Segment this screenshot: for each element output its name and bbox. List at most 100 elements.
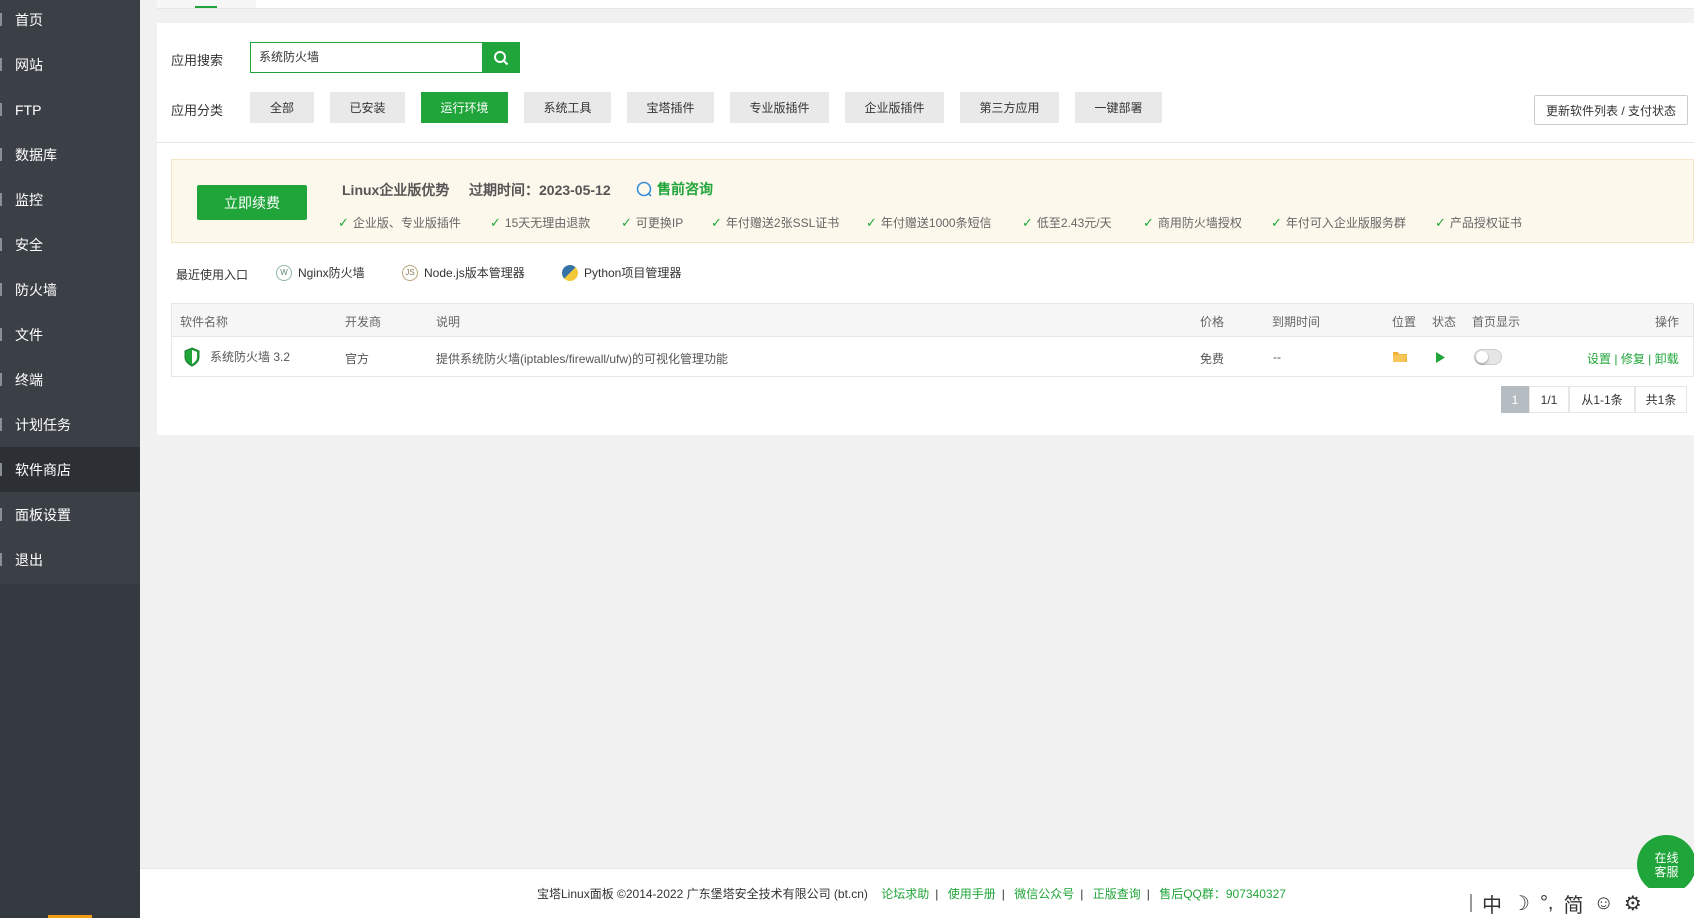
check-icon: ✓ [711, 214, 722, 230]
license-link[interactable]: 正版查询 [1093, 887, 1141, 901]
sidebar-marker [0, 508, 2, 521]
sidebar-item-home[interactable]: 首页 [0, 0, 140, 42]
emoji-icon[interactable]: ☺ [1594, 892, 1614, 915]
recent-item-label: Nginx防火墙 [298, 266, 365, 280]
col-ops: 操作 [1655, 315, 1680, 329]
category-all[interactable]: 全部 [250, 92, 314, 123]
sidebar-item-label: 防火墙 [15, 281, 57, 298]
sidebar-marker [0, 148, 2, 161]
sidebar-item-website[interactable]: 网站 [0, 42, 140, 87]
category-one-click[interactable]: 一键部署 [1075, 92, 1162, 123]
col-status: 状态 [1432, 315, 1457, 329]
online-support-button[interactable]: 在线 客服 [1637, 835, 1694, 894]
home-display-toggle[interactable] [1474, 349, 1502, 365]
feature-label: 可更换IP [635, 216, 684, 230]
feature-item: ✓ 企业版、专业版插件 [338, 214, 461, 231]
sidebar-marker [0, 328, 2, 341]
sidebar-item-security[interactable]: 安全 [0, 222, 140, 267]
sidebar-item-label: 计划任务 [15, 416, 71, 433]
software-table [171, 303, 1694, 377]
sidebar-item-ftp[interactable]: FTP [0, 87, 140, 132]
feature-item: ✓ 年付赠送2张SSL证书 [711, 214, 839, 231]
category-enterprise-plugins[interactable]: 企业版插件 [845, 92, 944, 123]
sidebar-item-logout[interactable]: 退出 [0, 537, 140, 582]
category-system-tools[interactable]: 系统工具 [524, 92, 611, 123]
shield-icon [183, 347, 201, 370]
sidebar: 首页 网站 FTP 数据库 监控 安全 防火墙 文件 终端 计划任务 软件商店 … [0, 0, 140, 918]
search-button[interactable] [482, 42, 520, 73]
uninstall-link[interactable]: 卸载 [1655, 352, 1679, 366]
chat-line2: 客服 [1654, 864, 1679, 879]
sidebar-marker [0, 238, 2, 251]
category-pro-plugins[interactable]: 专业版插件 [730, 92, 829, 123]
footer-separator: | [935, 887, 939, 901]
recent-item-nginx-waf[interactable]: W Nginx防火墙 [276, 264, 365, 281]
waf-icon: W [276, 264, 292, 281]
category-third-party[interactable]: 第三方应用 [960, 92, 1059, 123]
sidebar-marker [0, 58, 2, 71]
sidebar-marker [0, 13, 2, 26]
nodejs-icon: JS [402, 264, 418, 281]
feature-label: 15天无理由退款 [504, 216, 591, 230]
feature-label: 年付赠送2张SSL证书 [725, 216, 840, 230]
check-icon: ✓ [1271, 214, 1282, 230]
manual-link[interactable]: 使用手册 [948, 887, 996, 901]
footer-separator: | [1146, 887, 1150, 901]
sidebar-item-label: 软件商店 [15, 461, 71, 478]
sidebar-item-monitor[interactable]: 监控 [0, 177, 140, 222]
page-current[interactable]: 1 [1501, 386, 1529, 413]
category-installed[interactable]: 已安装 [330, 92, 405, 123]
presale-link[interactable]: 售前咨询 [635, 179, 713, 199]
col-expire: 到期时间 [1272, 315, 1321, 329]
ime-simplified[interactable]: 简 [1564, 889, 1584, 918]
sidebar-item-database[interactable]: 数据库 [0, 132, 140, 177]
row-desc: 提供系统防火墙(iptables/firewall/ufw)的可视化管理功能 [436, 352, 729, 366]
sidebar-item-firewall[interactable]: 防火墙 [0, 267, 140, 312]
sidebar-item-terminal[interactable]: 终端 [0, 357, 140, 402]
renew-button[interactable]: 立即续费 [197, 185, 307, 220]
repair-link[interactable]: 修复 [1621, 352, 1645, 366]
recent-item-python[interactable]: Python项目管理器 [562, 264, 681, 281]
row-ops: 设置 | 修复 | 卸载 [1587, 350, 1679, 367]
sidebar-item-label: 终端 [15, 371, 43, 388]
sidebar-item-settings[interactable]: 面板设置 [0, 492, 140, 537]
check-icon: ✓ [338, 214, 349, 230]
col-price: 价格 [1200, 315, 1225, 329]
category-bt-plugins[interactable]: 宝塔插件 [627, 92, 714, 123]
punctuation-icon[interactable]: °, [1540, 892, 1554, 915]
ime-toolbar: 中 ☽ °, 简 ☺ ⚙ [1464, 888, 1694, 918]
settings-link[interactable]: 设置 [1587, 352, 1611, 366]
check-icon: ✓ [1022, 214, 1033, 230]
ops-separator: | [1611, 352, 1621, 366]
sidebar-item-store[interactable]: 软件商店 [0, 447, 140, 492]
gear-icon[interactable]: ⚙ [1624, 891, 1642, 916]
play-icon[interactable] [1434, 351, 1446, 367]
sidebar-item-cron[interactable]: 计划任务 [0, 402, 140, 447]
search-input[interactable]: 系统防火墙 [250, 42, 483, 73]
category-runtime[interactable]: 运行环境 [421, 92, 508, 123]
promo-title: Linux企业版优势 [342, 182, 450, 198]
ime-grip-icon[interactable] [1470, 894, 1472, 912]
check-icon: ✓ [490, 214, 501, 230]
page-total: 共1条 [1635, 386, 1687, 413]
wechat-link[interactable]: 微信公众号 [1014, 887, 1074, 901]
moon-icon[interactable]: ☽ [1512, 891, 1530, 916]
sidebar-item-files[interactable]: 文件 [0, 312, 140, 357]
feature-item: ✓ 可更换IP [621, 214, 683, 231]
feature-item: ✓ 15天无理由退款 [490, 214, 590, 231]
ime-chinese-mode[interactable]: 中 [1482, 889, 1502, 918]
divider [157, 142, 1694, 143]
recent-item-nodejs[interactable]: JS Node.js版本管理器 [402, 264, 525, 281]
sidebar-marker [0, 463, 2, 476]
folder-icon[interactable] [1392, 350, 1408, 366]
feature-item: ✓ 低至2.43元/天 [1022, 214, 1112, 231]
update-list-button[interactable]: 更新软件列表 / 支付状态 [1534, 95, 1688, 125]
row-expire: -- [1273, 350, 1281, 364]
feature-item: ✓ 年付可入企业版服务群 [1271, 214, 1406, 231]
forum-link[interactable]: 论坛求助 [881, 887, 929, 901]
footer-text: 宝塔Linux面板 ©2014-2022 广东堡塔安全技术有限公司 (bt.cn… [537, 885, 1286, 902]
sidebar-item-label: 首页 [15, 11, 43, 28]
sidebar-item-label: 监控 [15, 191, 43, 208]
sidebar-item-label: 文件 [15, 326, 43, 343]
page-range: 从1-1条 [1569, 386, 1635, 413]
